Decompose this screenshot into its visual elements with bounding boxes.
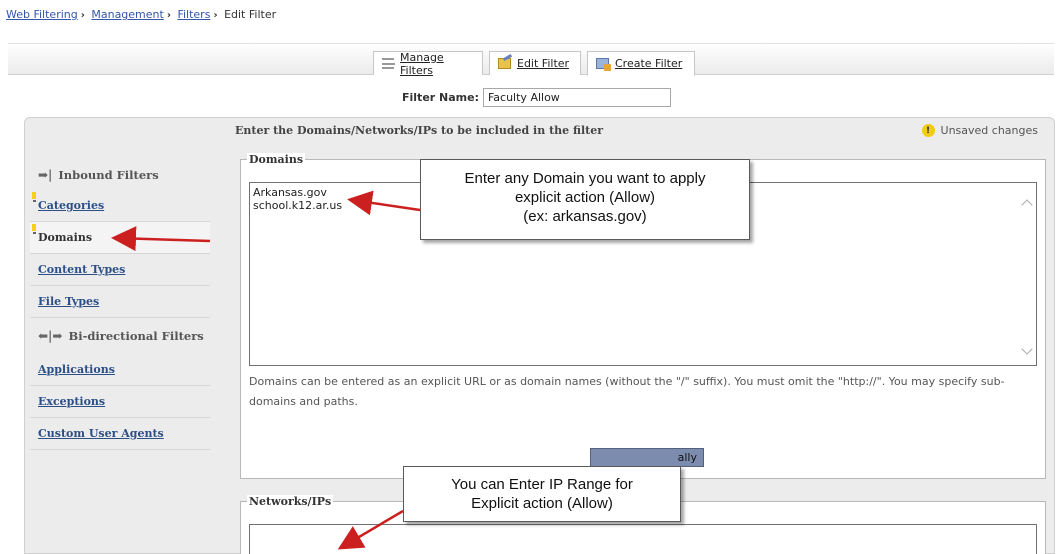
domain-entry: Arkansas.gov bbox=[253, 186, 327, 199]
breadcrumb-current: Edit Filter bbox=[224, 8, 277, 21]
apply-button[interactable]: ally bbox=[590, 448, 704, 467]
scroll-down-icon[interactable] bbox=[1022, 345, 1032, 355]
domains-legend: Domains bbox=[247, 153, 306, 166]
breadcrumb-separator: › bbox=[213, 10, 218, 21]
tab-edit-filter[interactable]: Edit Filter bbox=[489, 51, 581, 75]
sidebar: ➡| Inbound Filters Categories Domains Co… bbox=[30, 160, 210, 450]
breadcrumb: Web Filtering › Management › Filters › Edit… bbox=[6, 8, 276, 21]
breadcrumb-web-filtering[interactable]: Web Filtering bbox=[6, 8, 78, 21]
panel-heading: Enter the Domains/Networks/IPs to be inc… bbox=[235, 124, 604, 137]
bidirectional-arrow-icon: ⬅|➡ bbox=[38, 329, 63, 343]
bidirectional-filters-header: ⬅|➡ Bi-directional Filters bbox=[30, 318, 210, 354]
callout-line: Explicit action (Allow) bbox=[471, 495, 613, 512]
filter-name-input[interactable] bbox=[482, 88, 671, 107]
warning-flag-icon bbox=[32, 192, 39, 202]
warning-flag-icon bbox=[32, 224, 39, 234]
sidebar-item-exceptions[interactable]: Exceptions bbox=[30, 386, 210, 418]
unsaved-label: Unsaved changes bbox=[940, 124, 1038, 137]
networks-textarea[interactable] bbox=[249, 524, 1037, 554]
callout-line: (ex: arkansas.gov) bbox=[523, 208, 647, 225]
tab-create-filter[interactable]: Create Filter bbox=[587, 51, 695, 76]
sidebar-item-content-types[interactable]: Content Types bbox=[30, 254, 210, 286]
sidebar-item-label: Content Types bbox=[38, 263, 126, 276]
sidebar-item-label: Domains bbox=[38, 231, 93, 244]
domains-help-text: Domains can be entered as an explicit UR… bbox=[249, 375, 1005, 408]
breadcrumb-management[interactable]: Management bbox=[91, 8, 163, 21]
tab-label: Create Filter bbox=[615, 57, 683, 70]
domains-entries: Arkansas.gov school.k12.ar.us bbox=[253, 186, 342, 212]
breadcrumb-separator: › bbox=[166, 10, 171, 21]
warning-icon: ! bbox=[921, 124, 935, 137]
sidebar-item-applications[interactable]: Applications bbox=[30, 354, 210, 386]
sidebar-item-label: Categories bbox=[38, 199, 105, 212]
sidebar-item-custom-user-agents[interactable]: Custom User Agents bbox=[30, 418, 210, 450]
sidebar-item-categories[interactable]: Categories bbox=[30, 190, 210, 222]
inbound-filters-label: Inbound Filters bbox=[58, 168, 159, 182]
bidirectional-filters-label: Bi-directional Filters bbox=[68, 329, 204, 343]
networks-legend: Networks/IPs bbox=[247, 495, 334, 508]
inbound-arrow-icon: ➡| bbox=[38, 168, 53, 182]
callout-line: explicit action (Allow) bbox=[514, 189, 656, 206]
sidebar-item-label: Applications bbox=[38, 363, 115, 376]
sidebar-item-label: Custom User Agents bbox=[38, 427, 164, 440]
breadcrumb-filters[interactable]: Filters bbox=[177, 8, 210, 21]
unsaved-indicator: ! Unsaved changes bbox=[921, 124, 1038, 137]
domain-entry: school.k12.ar.us bbox=[253, 199, 343, 212]
breadcrumb-separator: › bbox=[80, 10, 85, 21]
tab-label: Edit Filter bbox=[517, 57, 570, 70]
callout-line: Enter any Domain you want to apply bbox=[464, 170, 706, 187]
create-icon bbox=[596, 58, 611, 71]
tab-manage-filters[interactable]: Manage Filters bbox=[373, 50, 483, 77]
callout-line: You can Enter IP Range for bbox=[451, 476, 633, 493]
filter-name-row: Filter Name: bbox=[402, 88, 671, 107]
inbound-filters-header: ➡| Inbound Filters bbox=[30, 160, 210, 190]
sidebar-item-file-types[interactable]: File Types bbox=[30, 286, 210, 318]
sidebar-item-label: File Types bbox=[38, 295, 100, 308]
sidebar-item-label: Exceptions bbox=[38, 395, 106, 408]
sidebar-item-domains[interactable]: Domains bbox=[30, 222, 210, 254]
list-icon bbox=[382, 58, 395, 69]
edit-icon bbox=[498, 58, 511, 69]
ip-callout: You can Enter IP Range for Explicit acti… bbox=[403, 466, 681, 522]
domain-callout: Enter any Domain you want to apply expli… bbox=[420, 159, 750, 240]
tab-label: Manage Filters bbox=[400, 50, 444, 77]
scroll-up-icon[interactable] bbox=[1022, 197, 1032, 207]
filter-name-label: Filter Name: bbox=[402, 91, 479, 104]
